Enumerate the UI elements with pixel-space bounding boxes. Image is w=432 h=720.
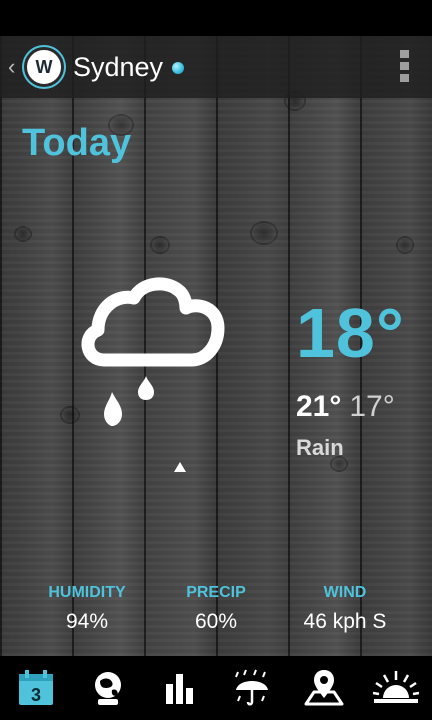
wood-knot [250, 221, 278, 245]
current-temperature: 18° [296, 294, 405, 372]
app-logo[interactable]: W [24, 47, 64, 87]
nav-map[interactable] [294, 660, 354, 716]
nav-sun[interactable] [366, 660, 426, 716]
app-bar: ‹ W Sydney [0, 36, 432, 98]
bar-chart-icon [166, 674, 193, 704]
low-temperature: 17° [349, 390, 395, 423]
bottom-nav: 3 [0, 656, 432, 720]
precip-value: 60% [194, 610, 238, 633]
calendar-badge: 3 [31, 685, 41, 705]
sunset-icon [372, 671, 420, 703]
humidity-stat: HUMIDITY 94% [22, 584, 152, 634]
weather-screen: ‹ W Sydney Today 18° 21° 17° Rain HUMIDIT… [0, 0, 432, 720]
humidity-value: 94% [65, 610, 109, 633]
humidity-label: HUMIDITY [48, 584, 126, 601]
wind-value: 46 kph S [303, 610, 387, 633]
weather-condition: Rain [296, 435, 344, 460]
day-label: Today [22, 122, 132, 164]
wood-knot [396, 236, 414, 254]
nav-calendar[interactable]: 3 [6, 660, 66, 716]
wood-knot [14, 226, 32, 242]
nav-graph[interactable] [150, 660, 210, 716]
nav-precip[interactable] [222, 660, 282, 716]
high-temperature: 21° [296, 390, 342, 423]
precip-label: PRECIP [186, 584, 246, 601]
nav-globe[interactable] [78, 660, 138, 716]
temperature-range: 21° 17° [296, 392, 395, 422]
back-chevron-icon[interactable]: ‹ [8, 54, 20, 80]
wind-direction-icon [174, 462, 186, 472]
location-dot-icon [172, 62, 185, 74]
wind-stat: WIND 46 kph S [280, 584, 410, 634]
precip-stat: PRECIP 60% [151, 584, 281, 634]
globe-icon [95, 672, 121, 705]
city-name[interactable]: Sydney [73, 52, 163, 83]
calendar-icon: 3 [19, 670, 53, 705]
umbrella-rain-icon [235, 669, 268, 706]
wood-knot [150, 236, 170, 254]
cloud-rain-icon [81, 277, 225, 426]
overflow-menu-icon[interactable] [400, 50, 410, 82]
logo-letter: W [35, 56, 53, 77]
wind-label: WIND [323, 584, 367, 601]
map-marker-icon [304, 670, 344, 706]
status-bar [0, 0, 432, 36]
